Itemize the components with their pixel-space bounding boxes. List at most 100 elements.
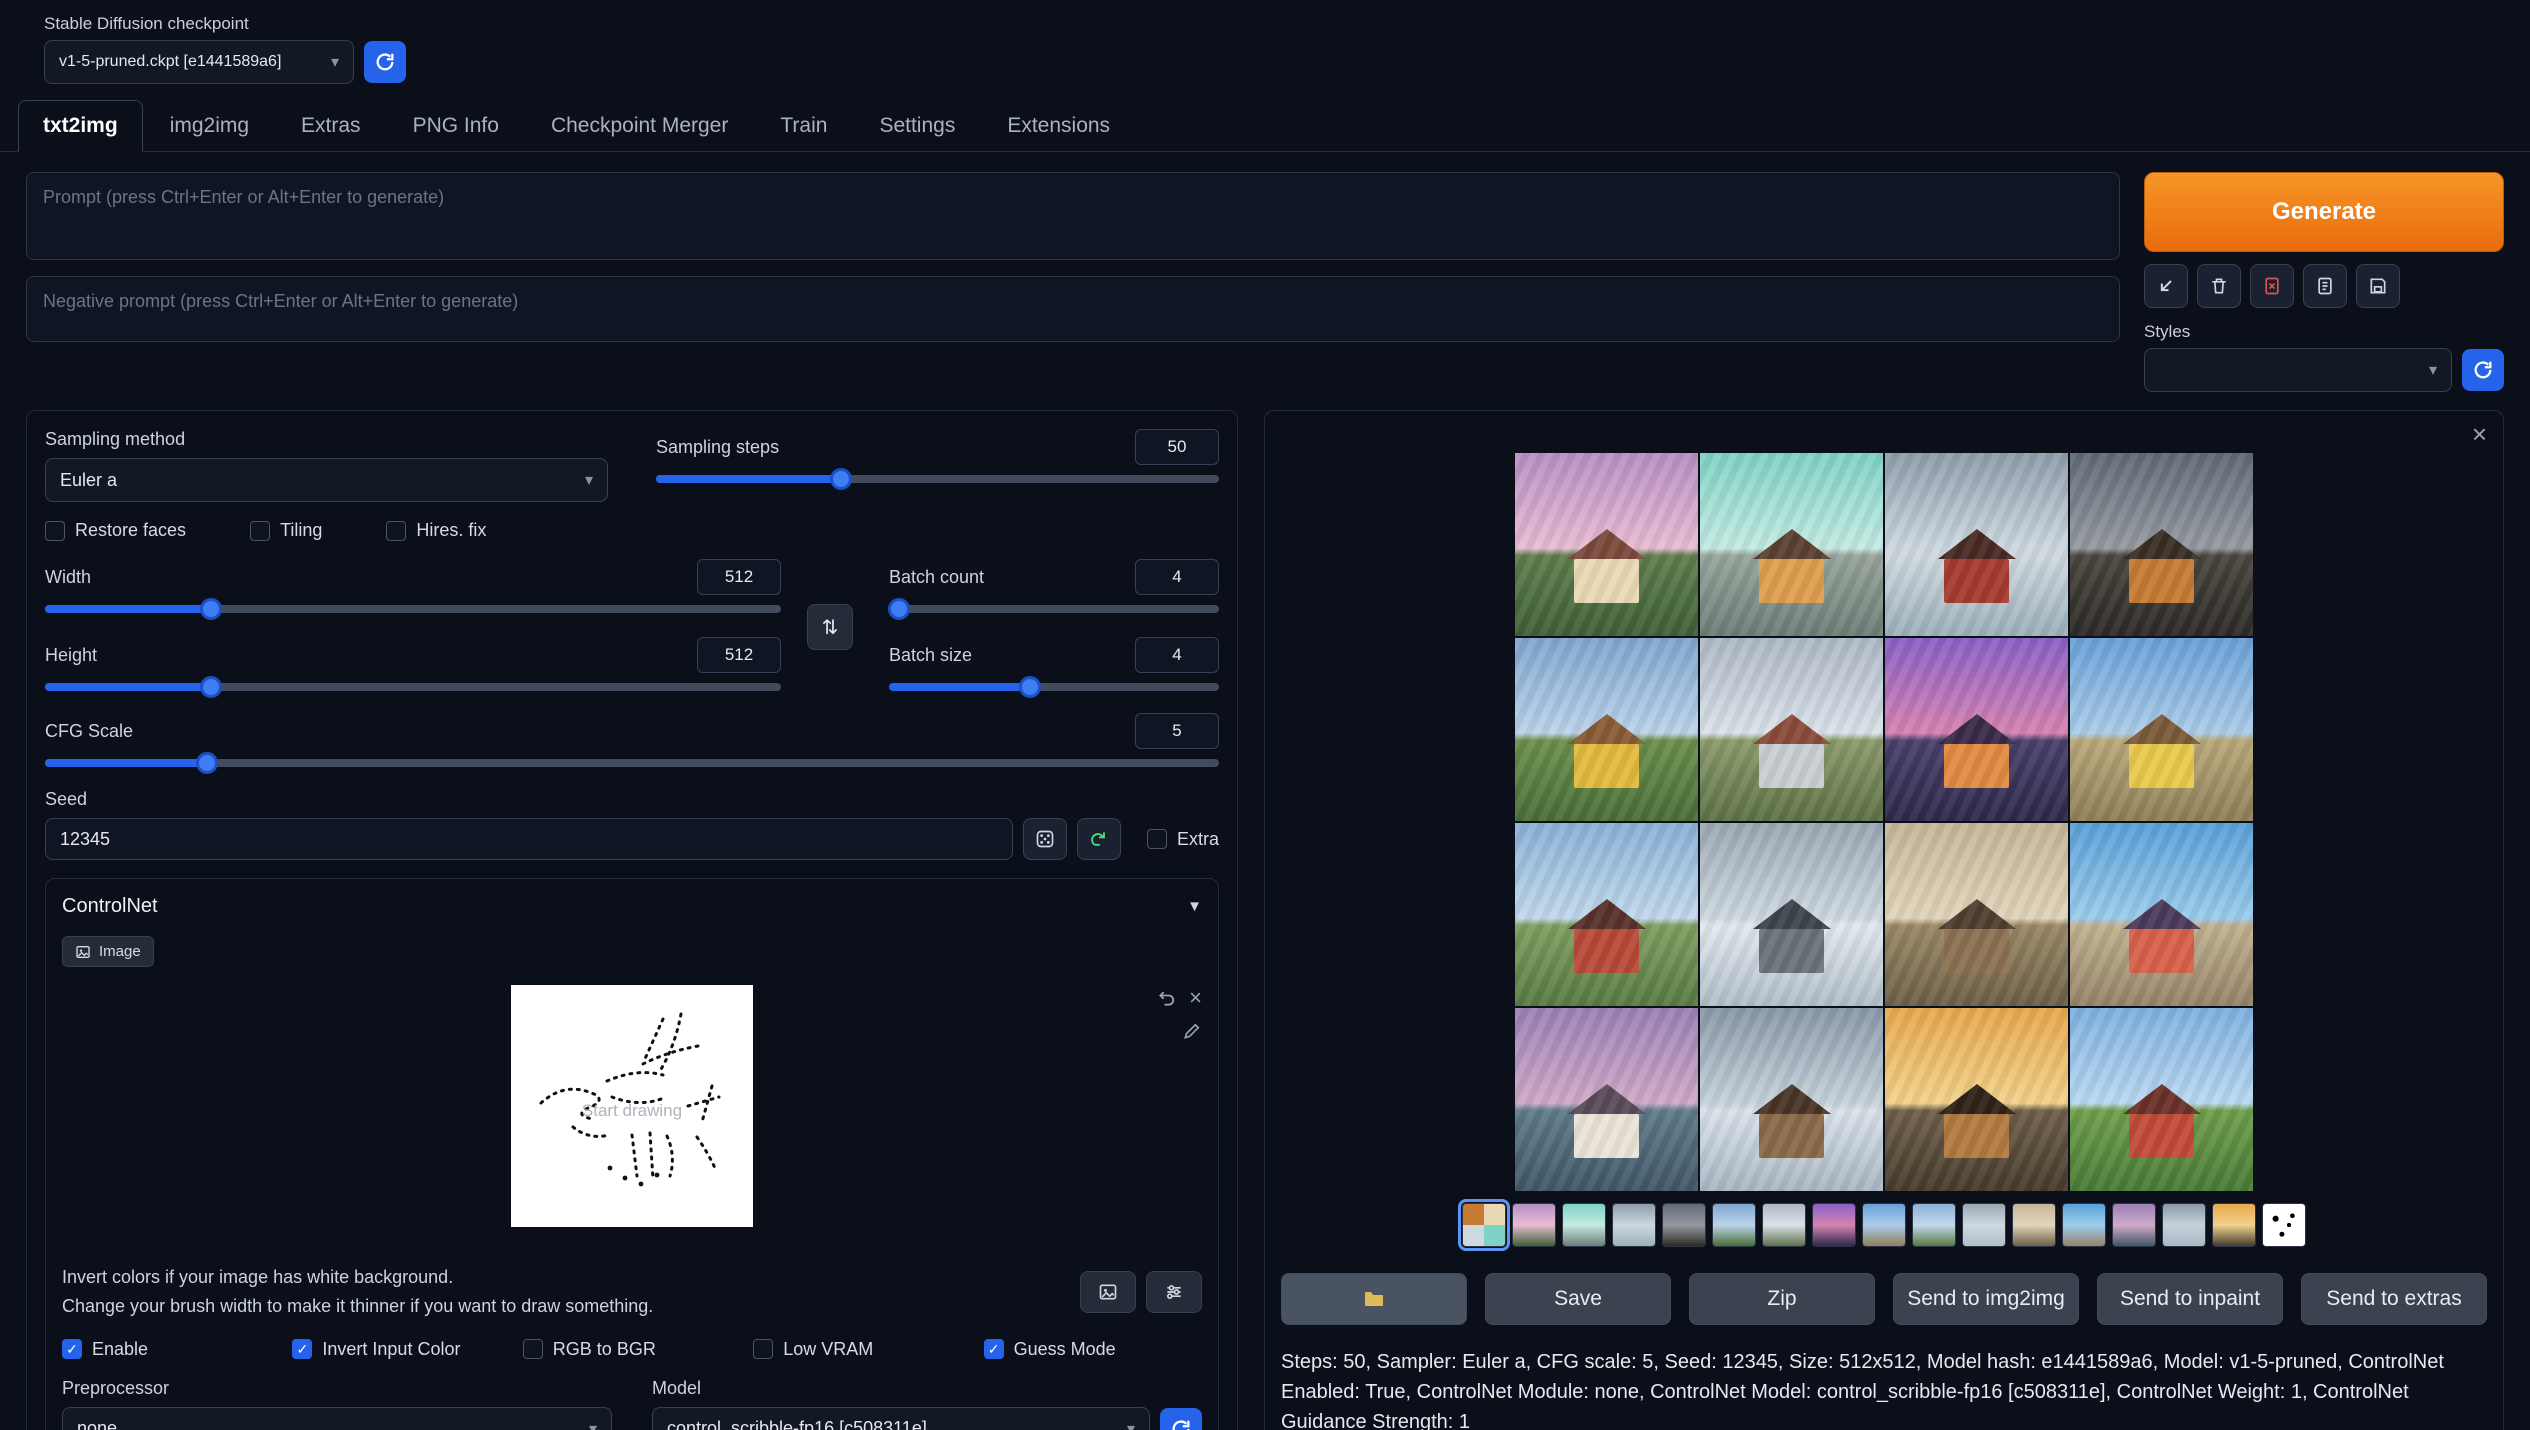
gallery-thumbnail-3[interactable]: [1612, 1203, 1656, 1247]
zip-button[interactable]: Zip: [1689, 1273, 1875, 1325]
gallery-image-16[interactable]: [2070, 1008, 2253, 1191]
slider-handle[interactable]: [196, 752, 218, 774]
reuse-seed-button[interactable]: [1077, 818, 1121, 860]
slider-handle[interactable]: [830, 468, 852, 490]
gallery-image-15[interactable]: [1885, 1008, 2068, 1191]
extra-seed-checkbox[interactable]: Extra: [1147, 829, 1219, 850]
tab-extensions[interactable]: Extensions: [982, 100, 1135, 152]
canvas-settings-button[interactable]: [1146, 1271, 1202, 1313]
collapse-icon[interactable]: ▼: [1187, 898, 1202, 915]
checkbox-tiling[interactable]: Tiling: [250, 520, 322, 541]
checkbox-enable[interactable]: ✓Enable: [62, 1339, 280, 1360]
gallery-thumbnail-6[interactable]: [1762, 1203, 1806, 1247]
refresh-styles-button[interactable]: [2462, 349, 2504, 391]
gallery-image-1[interactable]: [1515, 453, 1698, 636]
gallery-thumbnail-4[interactable]: [1662, 1203, 1706, 1247]
paste-params-button[interactable]: [2144, 264, 2188, 308]
slider-track[interactable]: [45, 759, 1219, 767]
tab-extras[interactable]: Extras: [276, 100, 386, 152]
tab-checkpoint-merger[interactable]: Checkpoint Merger: [526, 100, 753, 152]
tab-txt2img[interactable]: txt2img: [18, 100, 143, 152]
send-to-extras-button[interactable]: Send to extras: [2301, 1273, 2487, 1325]
slider-handle[interactable]: [200, 598, 222, 620]
slider-handle[interactable]: [1019, 676, 1041, 698]
tab-train[interactable]: Train: [755, 100, 852, 152]
send-to-inpaint-button[interactable]: Send to inpaint: [2097, 1273, 2283, 1325]
save-button[interactable]: Save: [1485, 1273, 1671, 1325]
gallery-thumbnail-8[interactable]: [1862, 1203, 1906, 1247]
slider-handle[interactable]: [200, 676, 222, 698]
gallery-thumbnail-1[interactable]: [1512, 1203, 1556, 1247]
checkbox-restore-faces[interactable]: Restore faces: [45, 520, 186, 541]
slider-track[interactable]: [45, 605, 781, 613]
generate-button[interactable]: Generate: [2144, 172, 2504, 252]
controlnet-image-tab[interactable]: Image: [62, 936, 154, 967]
slider-track[interactable]: [656, 475, 1219, 483]
gallery-image-11[interactable]: [1885, 823, 2068, 1006]
model-select[interactable]: control_scribble-fp16 [c508311e] ▾: [652, 1407, 1150, 1430]
gallery-image-12[interactable]: [2070, 823, 2253, 1006]
refresh-checkpoint-button[interactable]: [364, 41, 406, 83]
send-to-img2img-button[interactable]: Send to img2img: [1893, 1273, 2079, 1325]
preprocessor-select[interactable]: none ▾: [62, 1407, 612, 1430]
sampling-method-select[interactable]: Euler a ▾: [45, 458, 608, 502]
gallery-image-9[interactable]: [1515, 823, 1698, 1006]
gallery-image-6[interactable]: [1700, 638, 1883, 821]
refresh-models-button[interactable]: [1160, 1408, 1202, 1430]
brush-settings-button[interactable]: [1182, 1021, 1202, 1041]
slider-value[interactable]: 50: [1135, 429, 1219, 465]
save-style-button[interactable]: [2356, 264, 2400, 308]
slider-track[interactable]: [45, 683, 781, 691]
checkbox-low-vram[interactable]: Low VRAM: [753, 1339, 971, 1360]
gallery-image-8[interactable]: [2070, 638, 2253, 821]
clear-canvas-button[interactable]: ×: [1189, 985, 1202, 1011]
gallery-thumbnail-5[interactable]: [1712, 1203, 1756, 1247]
clear-style-button[interactable]: [2250, 264, 2294, 308]
gallery-image-10[interactable]: [1700, 823, 1883, 1006]
apply-style-button[interactable]: [2303, 264, 2347, 308]
styles-select[interactable]: ▾: [2144, 348, 2452, 392]
clear-prompt-button[interactable]: [2197, 264, 2241, 308]
controlnet-drawing-canvas[interactable]: Start drawing: [511, 985, 753, 1227]
close-gallery-button[interactable]: ×: [2472, 421, 2487, 447]
gallery-thumbnail-10[interactable]: [1962, 1203, 2006, 1247]
gallery-thumbnail-scribble[interactable]: [2262, 1203, 2306, 1247]
gallery-thumbnail-14[interactable]: [2162, 1203, 2206, 1247]
slider-track[interactable]: [889, 683, 1219, 691]
swap-dimensions-button[interactable]: ⇅: [807, 604, 853, 650]
gallery-thumbnail-15[interactable]: [2212, 1203, 2256, 1247]
gallery-thumbnail-13[interactable]: [2112, 1203, 2156, 1247]
slider-value[interactable]: 512: [697, 637, 781, 673]
gallery-thumbnail-grid[interactable]: [1462, 1203, 1506, 1247]
checkbox-rgb-to-bgr[interactable]: RGB to BGR: [523, 1339, 741, 1360]
slider-value[interactable]: 512: [697, 559, 781, 595]
slider-track[interactable]: [889, 605, 1219, 613]
open-output-folder-button[interactable]: [1281, 1273, 1467, 1325]
slider-value[interactable]: 4: [1135, 559, 1219, 595]
gallery-thumbnail-12[interactable]: [2062, 1203, 2106, 1247]
tab-settings[interactable]: Settings: [854, 100, 980, 152]
gallery-thumbnail-9[interactable]: [1912, 1203, 1956, 1247]
slider-handle[interactable]: [888, 598, 910, 620]
gallery-image-14[interactable]: [1700, 1008, 1883, 1191]
gallery-image-7[interactable]: [1885, 638, 2068, 821]
gallery-image-2[interactable]: [1700, 453, 1883, 636]
tab-png-info[interactable]: PNG Info: [388, 100, 524, 152]
controlnet-header[interactable]: ControlNet ▼: [62, 895, 1202, 918]
new-canvas-button[interactable]: [1080, 1271, 1136, 1313]
gallery-thumbnail-11[interactable]: [2012, 1203, 2056, 1247]
slider-value[interactable]: 4: [1135, 637, 1219, 673]
seed-input[interactable]: [45, 818, 1013, 860]
gallery-thumbnail-7[interactable]: [1812, 1203, 1856, 1247]
gallery-image-5[interactable]: [1515, 638, 1698, 821]
checkbox-hires-fix[interactable]: Hires. fix: [386, 520, 486, 541]
gallery-image-13[interactable]: [1515, 1008, 1698, 1191]
negative-prompt-input[interactable]: [26, 276, 2120, 342]
gallery-image-4[interactable]: [2070, 453, 2253, 636]
gallery-image-3[interactable]: [1885, 453, 2068, 636]
slider-value[interactable]: 5: [1135, 713, 1219, 749]
prompt-input[interactable]: [26, 172, 2120, 260]
randomize-seed-button[interactable]: [1023, 818, 1067, 860]
gallery-thumbnail-2[interactable]: [1562, 1203, 1606, 1247]
checkpoint-select[interactable]: v1-5-pruned.ckpt [e1441589a6] ▾: [44, 40, 354, 84]
